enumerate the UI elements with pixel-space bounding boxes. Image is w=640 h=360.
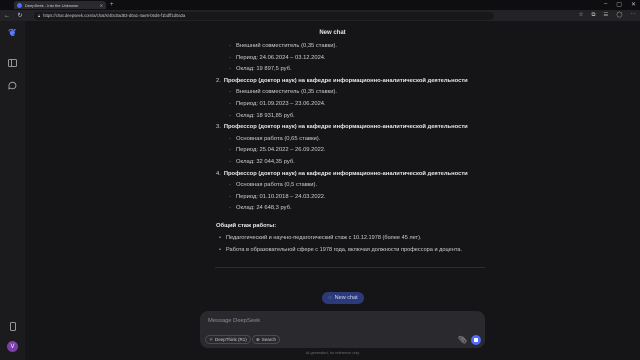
tab-title: DeepSeek - Into the Unknown xyxy=(25,2,79,8)
deepthink-toggle[interactable]: ⚛ DeepThink (R1) xyxy=(205,335,251,344)
numbered-item: 4. Профессор (доктор наук) на кафедре инф… xyxy=(216,169,496,181)
item-title: Профессор (доктор наук) на кафедре инфор… xyxy=(223,77,468,84)
search-label: Search xyxy=(261,337,277,342)
tab-close-icon[interactable]: ✕ xyxy=(100,3,103,8)
url-text: https://chat.deepseek.com/a/chat/s/4bc0a… xyxy=(43,13,186,18)
avatar[interactable]: V xyxy=(7,341,18,352)
new-chat-button-label: New chat xyxy=(334,295,358,301)
numbered-item: 3. Профессор (доктор наук) на кафедре инф… xyxy=(216,122,496,134)
more-icon[interactable]: ⋯ xyxy=(631,12,637,19)
item-title: Профессор (доктор наук) на кафедре инфор… xyxy=(223,124,468,131)
sub-item: Оклад: 18 931,85 руб. xyxy=(216,111,496,123)
attach-icon[interactable]: 📎︎ xyxy=(458,336,467,344)
star-icon[interactable]: ☆ xyxy=(579,12,584,19)
sub-item: Основная работа (0,65 ставки). xyxy=(216,134,496,146)
deepthink-icon: ⚛ xyxy=(209,336,214,342)
chat-main: New chat Внешний совместитель (0,35 став… xyxy=(25,21,640,360)
message-divider xyxy=(215,267,485,268)
bullet-item: Педагогический и научно-педагогический с… xyxy=(216,232,496,244)
lock-icon: 🔒︎ xyxy=(38,13,41,18)
sub-item: Основная работа (0,5 ставки). xyxy=(216,180,496,192)
new-chat-button-icon: ◌ xyxy=(328,295,332,301)
refresh-icon[interactable]: ↻ xyxy=(17,12,23,19)
panel-icon xyxy=(8,58,17,67)
sub-item: Оклад: 32 044,35 руб. xyxy=(216,157,496,169)
profile-icon[interactable]: ◯ xyxy=(616,12,622,19)
sub-item: Оклад: 24 648,3 руб. xyxy=(216,203,496,215)
sub-item: Период: 25.04.2022 – 26.09.2022. xyxy=(216,145,496,157)
browser-window: DeepSeek - Into the Unknown ✕ + – ▢ ✕ ← … xyxy=(0,0,640,360)
new-chat-icon[interactable] xyxy=(7,80,18,91)
stop-icon xyxy=(474,338,478,342)
sub-item: Период: 24.06.2024 – 03.12.2024. xyxy=(216,53,496,65)
sub-item: Оклад: 19 897,5 руб. xyxy=(216,64,496,76)
mobile-app-icon[interactable] xyxy=(7,321,18,332)
globe-icon: ⊕ xyxy=(256,336,260,342)
sub-item: Период: 01.09.2023 – 23.06.2024. xyxy=(216,99,496,111)
assistant-message: Внешний совместитель (0,35 ставки).Перио… xyxy=(216,41,496,256)
deepseek-favicon-icon xyxy=(17,2,22,8)
tab-bar: DeepSeek - Into the Unknown ✕ + – ▢ ✕ xyxy=(0,0,640,10)
numbered-item: 2. Профессор (доктор наук) на кафедре инф… xyxy=(216,76,496,88)
sub-item: Период: 01.10.2018 – 24.03.2022. xyxy=(216,192,496,204)
item-number: 2. xyxy=(216,77,221,84)
sub-item: Внешний совместитель (0,35 ставки). xyxy=(216,87,496,99)
item-title: Профессор (доктор наук) на кафедре инфор… xyxy=(223,170,468,177)
phone-icon xyxy=(9,322,16,331)
disclaimer-text: AI-generated, for reference only xyxy=(305,351,360,355)
chat-bubble-icon xyxy=(8,81,17,90)
minimize-icon[interactable]: – xyxy=(604,1,607,8)
new-chat-button[interactable]: ◌ New chat xyxy=(322,292,364,304)
sidebar: ❦ V xyxy=(0,21,25,360)
bullet-item: Работа в образовательной сфере с 1978 го… xyxy=(216,244,496,256)
message-input[interactable] xyxy=(208,317,408,325)
section-heading: Общий стаж работы: xyxy=(216,222,277,229)
url-field[interactable]: 🔒︎ https://chat.deepseek.com/a/chat/s/4b… xyxy=(34,11,494,20)
deepthink-label: DeepThink (R1) xyxy=(215,337,247,342)
search-toggle[interactable]: ⊕ Search xyxy=(252,335,281,344)
maximize-icon[interactable]: ▢ xyxy=(616,1,622,8)
new-tab-button[interactable]: + xyxy=(110,2,114,8)
item-number: 3. xyxy=(216,124,221,131)
close-window-icon[interactable]: ✕ xyxy=(631,1,636,8)
send-button[interactable] xyxy=(471,335,481,345)
address-bar: ← ↻ 🔒︎ https://chat.deepseek.com/a/chat/… xyxy=(0,10,640,21)
extensions-icon[interactable]: ⧉ xyxy=(591,12,595,19)
sidebar-toggle-icon[interactable] xyxy=(7,57,18,68)
deepseek-logo-icon[interactable]: ❦ xyxy=(7,28,18,39)
browser-tab[interactable]: DeepSeek - Into the Unknown ✕ xyxy=(14,1,106,9)
message-composer: ⚛ DeepThink (R1) ⊕ Search 📎︎ xyxy=(200,311,485,348)
item-number: 4. xyxy=(216,170,221,177)
sub-item: Внешний совместитель (0,35 ставки). xyxy=(216,41,496,53)
window-controls: – ▢ ✕ xyxy=(604,1,636,8)
page-title: New chat xyxy=(319,30,346,36)
favorites-icon[interactable]: ☰ xyxy=(603,12,608,19)
browser-toolbar: ☆ ⧉ ☰ ◯ ⋯ xyxy=(579,12,636,19)
back-icon[interactable]: ← xyxy=(4,13,10,19)
